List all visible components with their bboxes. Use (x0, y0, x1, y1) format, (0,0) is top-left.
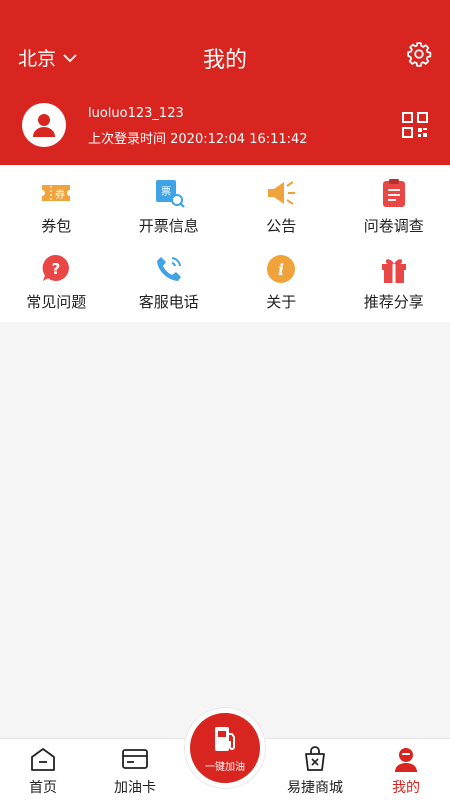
tab-mine[interactable]: 我的 (366, 739, 446, 800)
username: luoluo123_123 (88, 106, 184, 121)
menu-item-label: 常见问题 (26, 293, 87, 311)
profile-header: 北京 我的 luoluo123_123 上次登录时间 2020:12:04 16… (0, 0, 450, 165)
function-grid: 券 券包 票 开票信息 公告 问卷调查 ? 常见问题 客服电话 i 关于 推荐分… (0, 165, 450, 322)
fuel-pump-icon (215, 726, 235, 751)
menu-item-share[interactable]: 推荐分享 (338, 253, 450, 329)
qr-code-icon[interactable] (402, 112, 428, 138)
home-icon (31, 748, 55, 771)
svg-text:?: ? (52, 260, 61, 278)
svg-text:i: i (278, 260, 284, 279)
menu-item-label: 推荐分享 (363, 293, 424, 311)
menu-item-hotline[interactable]: 客服电话 (113, 253, 226, 329)
info-icon: i (267, 255, 296, 283)
svg-text:票: 票 (161, 186, 171, 198)
one-click-refuel-button[interactable]: 一键加油 (190, 713, 260, 783)
menu-item-invoice[interactable]: 票 开票信息 (113, 177, 226, 253)
tab-label: 首页 (29, 780, 57, 796)
menu-item-label: 关于 (266, 293, 297, 311)
svg-text:券: 券 (55, 188, 65, 201)
card-icon (122, 749, 148, 769)
tab-mall[interactable]: 易捷商城 (275, 739, 355, 800)
invoice-icon: 票 (155, 180, 185, 208)
menu-item-faq[interactable]: ? 常见问题 (0, 253, 113, 329)
tab-label: 我的 (392, 780, 420, 796)
tab-label: 加油卡 (114, 780, 156, 796)
page-title: 我的 (202, 48, 247, 73)
tab-label: 易捷商城 (287, 780, 343, 796)
menu-item-coupon[interactable]: 券 券包 (0, 177, 113, 253)
refuel-label: 一键加油 (205, 761, 245, 773)
question-icon: ? (42, 254, 70, 281)
shopping-bag-icon (305, 746, 325, 771)
menu-item-label: 问卷调查 (363, 217, 424, 235)
tab-fuel-card[interactable]: 加油卡 (95, 739, 175, 800)
menu-item-about[interactable]: i 关于 (225, 253, 338, 329)
phone-icon (156, 257, 181, 281)
avatar[interactable] (22, 103, 66, 147)
menu-item-notice[interactable]: 公告 (225, 177, 338, 253)
gift-icon (381, 259, 406, 283)
menu-item-label: 客服电话 (138, 293, 199, 311)
menu-item-label: 开票信息 (138, 217, 199, 235)
megaphone-icon (268, 181, 296, 205)
coupon-icon: 券 (42, 185, 71, 201)
last-login-time: 上次登录时间 2020:12:04 16:11:42 (88, 132, 308, 147)
user-icon (33, 114, 55, 137)
gear-icon[interactable] (406, 41, 432, 67)
menu-item-label: 公告 (266, 217, 297, 235)
menu-item-survey[interactable]: 问卷调查 (338, 177, 450, 253)
user-icon (395, 748, 417, 772)
clipboard-icon (382, 179, 405, 207)
tab-home[interactable]: 首页 (3, 739, 83, 800)
menu-item-label: 券包 (41, 217, 72, 235)
